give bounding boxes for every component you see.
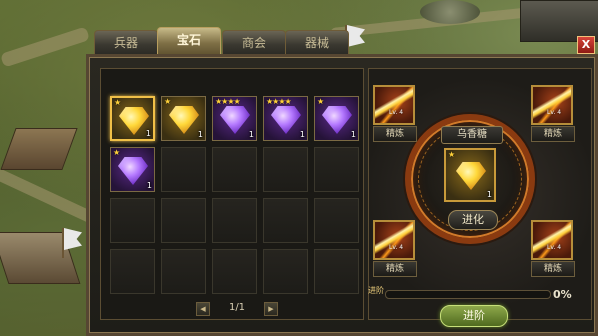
empty-inventory-slot[interactable] [314, 249, 359, 294]
close-button[interactable]: X [577, 36, 595, 54]
star-rating: ★ [114, 98, 121, 107]
inventory-slot[interactable]: ★★★★ 1 [263, 96, 308, 141]
skill-slot-bottom-left[interactable]: Lv. 4 [373, 220, 415, 260]
empty-inventory-slot[interactable] [263, 198, 308, 243]
item-name-label: 乌香糖 [441, 126, 503, 144]
skill-level: Lv. 4 [389, 244, 404, 251]
village-building [0, 128, 78, 170]
rock [420, 0, 480, 24]
inventory-slot[interactable]: ★★★★ 1 [212, 96, 257, 141]
item-count: 1 [350, 130, 356, 139]
empty-inventory-slot[interactable] [110, 249, 155, 294]
tab-weapons[interactable]: 兵器 [94, 30, 158, 54]
star-rating: ★ [448, 150, 455, 159]
gold-gem-icon [456, 162, 486, 190]
item-count: 1 [145, 129, 151, 138]
tab-gems[interactable]: 宝石 [157, 27, 221, 56]
white-flag-icon [64, 228, 82, 250]
item-count: 1 [197, 130, 203, 139]
empty-inventory-slot[interactable] [110, 198, 155, 243]
evolve-button[interactable]: 进化 [448, 210, 498, 230]
inventory-slot[interactable]: ★ 1 [314, 96, 359, 141]
skill-slot-top-right[interactable]: Lv. 4 [531, 85, 573, 125]
empty-inventory-slot[interactable] [263, 147, 308, 192]
empty-inventory-slot[interactable] [161, 198, 206, 243]
empty-inventory-slot[interactable] [212, 249, 257, 294]
refine-button-bottom-left[interactable]: 精炼 [373, 261, 417, 277]
advance-button[interactable]: 进阶 [440, 305, 508, 327]
tab-guild[interactable]: 商会 [222, 30, 286, 54]
purple-gem-icon [118, 157, 148, 185]
empty-inventory-slot[interactable] [212, 198, 257, 243]
skill-level: Lv. 4 [547, 244, 562, 251]
prev-page-button[interactable]: ◀ [196, 302, 210, 316]
refine-button-top-right[interactable]: 精炼 [531, 126, 575, 142]
empty-inventory-slot[interactable] [161, 249, 206, 294]
advance-progress-bar [385, 290, 551, 299]
empty-inventory-slot[interactable] [314, 198, 359, 243]
star-rating: ★ [317, 97, 324, 106]
skill-slot-top-left[interactable]: Lv. 4 [373, 85, 415, 125]
refine-button-bottom-right[interactable]: 精炼 [531, 261, 575, 277]
star-rating: ★ [113, 148, 120, 157]
tab-machinery[interactable]: 器械 [285, 30, 349, 54]
empty-inventory-slot[interactable] [161, 147, 206, 192]
star-rating: ★★★★ [215, 97, 241, 106]
empty-inventory-slot[interactable] [212, 147, 257, 192]
refine-button-top-left[interactable]: 精炼 [373, 126, 417, 142]
star-rating: ★ [164, 97, 171, 106]
purple-gem-icon [271, 106, 301, 134]
item-count: 1 [248, 130, 254, 139]
skill-slot-bottom-right[interactable]: Lv. 4 [531, 220, 573, 260]
progress-percent: 0% [553, 288, 572, 301]
item-count: 1 [299, 130, 305, 139]
purple-gem-icon [220, 106, 250, 134]
empty-inventory-slot[interactable] [263, 249, 308, 294]
gold-gem-icon [169, 106, 199, 134]
gold-gem-icon [119, 107, 149, 135]
purple-gem-icon [322, 106, 352, 134]
inventory-slot[interactable]: ★ 1 [110, 96, 155, 141]
skill-level: Lv. 4 [389, 109, 404, 116]
inventory-slot[interactable]: ★ 1 [161, 96, 206, 141]
item-count: 1 [146, 181, 152, 190]
forge-center-slot[interactable]: ★ 1 [444, 148, 496, 202]
next-page-button[interactable]: ▶ [264, 302, 278, 316]
star-rating: ★★★★ [266, 97, 292, 106]
skill-level: Lv. 4 [547, 109, 562, 116]
inventory-slot[interactable]: ★ 1 [110, 147, 155, 192]
progress-label: 进阶 [368, 286, 384, 295]
item-count: 1 [486, 190, 492, 199]
page-indicator: 1/1 [228, 302, 246, 313]
empty-inventory-slot[interactable] [314, 147, 359, 192]
